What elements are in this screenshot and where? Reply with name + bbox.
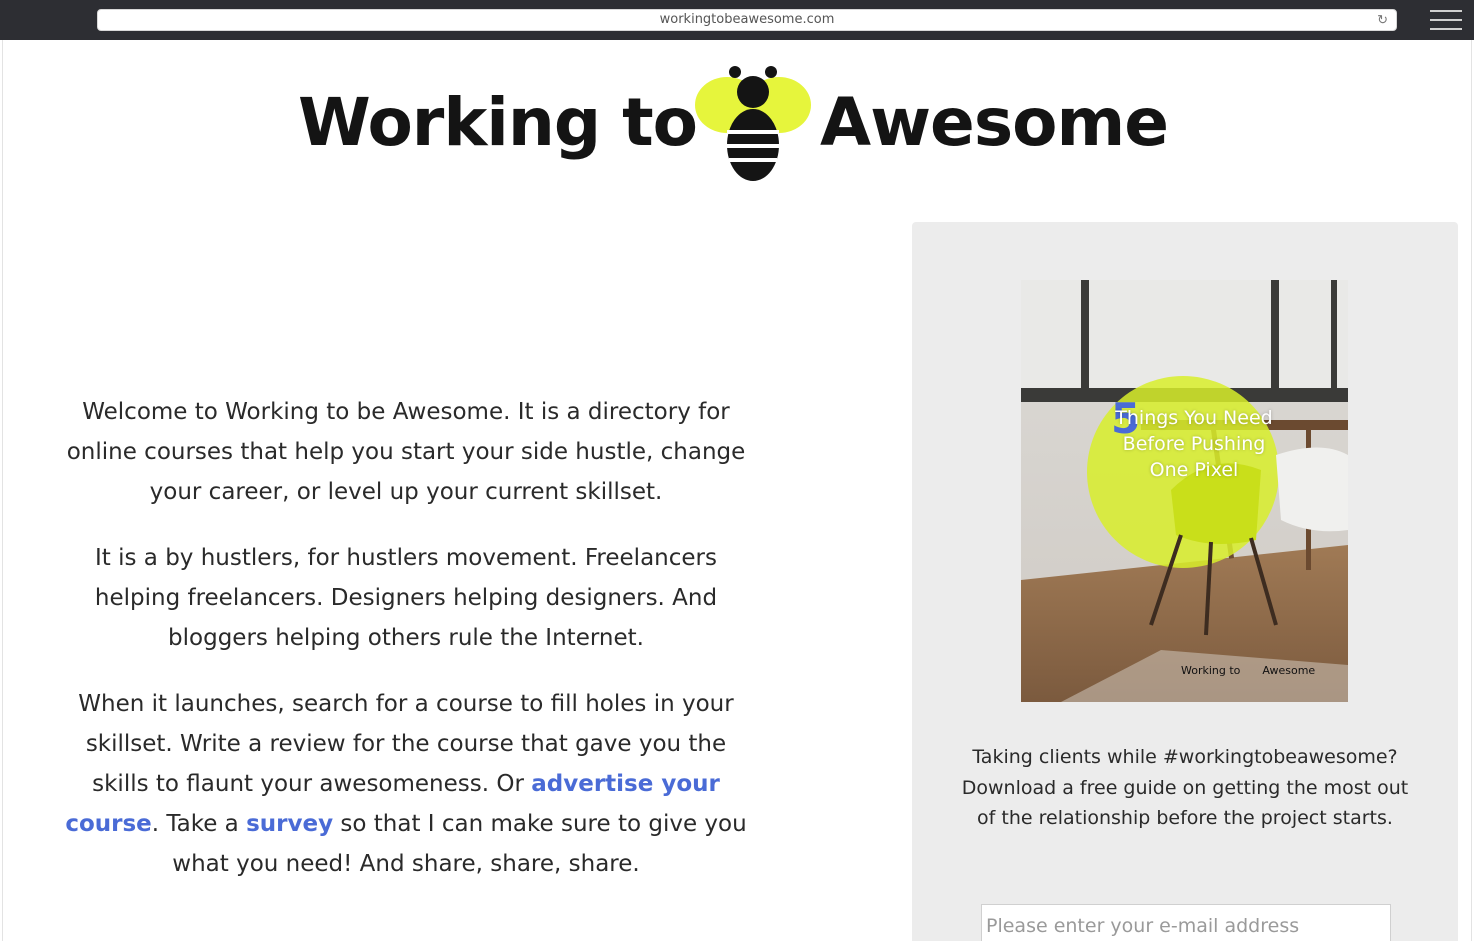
cover-brand: Working to Awesome [1181,664,1316,677]
cover-title: Things You Need Before Pushing One Pixel [1115,407,1273,481]
address-bar[interactable]: workingtobeawesome.com ↻ [97,9,1397,31]
promo-text: Taking clients while #workingtobeawesome… [961,746,1409,829]
guide-cover-image: 5 Things You Need Before Pushing One Pix… [1021,280,1348,702]
url-text: workingtobeawesome.com [659,12,835,27]
email-field[interactable] [981,904,1391,941]
intro-text: Welcome to Working to be Awesome. It is … [56,392,756,910]
intro-paragraph-2: It is a by hustlers, for hustlers moveme… [94,545,718,651]
intro-paragraph-3: When it launches, search for a course to… [65,691,747,877]
cover-photo [1021,280,1348,702]
logo-text-right: Awesome [820,84,1169,161]
signup-sidebar: 5 Things You Need Before Pushing One Pix… [912,222,1458,941]
site-logo[interactable]: Working to Awesome [298,60,1178,188]
hamburger-menu-icon[interactable] [1430,9,1462,31]
browser-toolbar: workingtobeawesome.com ↻ [0,0,1474,40]
survey-link[interactable]: survey [246,811,333,837]
logo-text-left: Working to [298,84,698,161]
bee-icon [695,66,811,181]
intro-paragraph-1: Welcome to Working to be Awesome. It is … [66,399,746,505]
reload-icon[interactable]: ↻ [1377,12,1388,28]
